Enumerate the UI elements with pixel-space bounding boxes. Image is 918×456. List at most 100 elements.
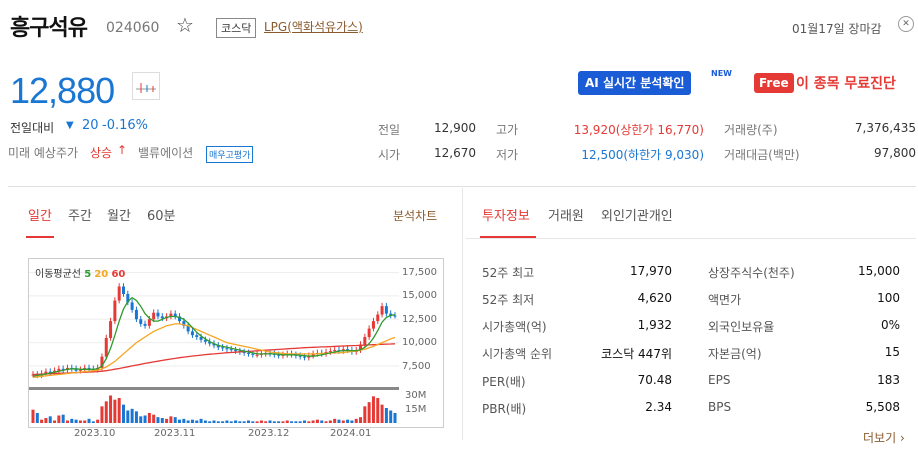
high-label: 고가: [496, 123, 519, 137]
volume-bar: [315, 419, 319, 423]
more-link[interactable]: 더보기 ›: [863, 429, 905, 446]
volume-bar: [100, 406, 104, 423]
volume-bar: [341, 420, 345, 423]
invest-label: 액면가: [708, 293, 742, 307]
low-value: 12,500(하한가 9,030): [581, 148, 704, 162]
tab-weekly[interactable]: 주간: [68, 205, 92, 224]
candle-body: [122, 286, 125, 294]
volume-bar: [376, 398, 380, 423]
invest-value: 183: [877, 373, 900, 387]
volume-bar: [238, 421, 242, 423]
volume-bar: [229, 421, 233, 423]
volume-bar: [44, 418, 48, 423]
analysis-chart-link[interactable]: 분석차트: [393, 207, 437, 224]
volume-bar: [31, 409, 35, 423]
stock-name: 흥구석유: [10, 16, 88, 41]
current-price: 12,880: [10, 70, 115, 111]
invest-value: 5,508: [865, 400, 900, 414]
price-chart[interactable]: 이동평균선 5 20 60: [28, 258, 444, 428]
free-badge[interactable]: Free: [754, 73, 794, 93]
tab-broker[interactable]: 거래원: [548, 205, 584, 224]
volume-bar: [96, 419, 100, 423]
volume-bar: [134, 411, 138, 423]
volume-bar: [337, 419, 341, 423]
more-label: 더보기: [863, 431, 897, 445]
tab-monthly[interactable]: 월간: [107, 205, 131, 224]
valuation-label: 밸류에이션: [138, 146, 194, 160]
candle-body: [303, 356, 306, 358]
tab-60min[interactable]: 60분: [147, 205, 176, 224]
valuation-tag[interactable]: 매우고평가: [206, 146, 254, 163]
volume-bar: [203, 420, 207, 423]
candle-body: [333, 350, 337, 352]
volume-bar: [53, 420, 57, 423]
invest-label: 시가총액(억): [482, 320, 547, 334]
legend-ma5: 5: [84, 269, 92, 280]
free-diagnosis-link[interactable]: 이 종목 무료진단: [796, 73, 896, 93]
volume-bar: [139, 416, 143, 423]
x-tick-2024-01: 2024.01: [330, 428, 372, 439]
y-tick-17500: 17,500: [402, 267, 437, 278]
volume-bar: [281, 421, 285, 423]
volume-bar: [285, 420, 289, 423]
volume-bar: [255, 421, 259, 423]
volume-bar: [65, 420, 69, 423]
volume-bar: [178, 419, 182, 423]
invest-label: PBR(배): [482, 402, 527, 416]
x-tick-2023-11: 2023.11: [154, 428, 196, 439]
invest-value: 4,620: [637, 291, 672, 305]
candle-body: [195, 335, 199, 338]
candle-body: [376, 314, 380, 322]
volume-bar: [40, 419, 44, 423]
volume-bar: [186, 420, 190, 423]
volume-bar: [216, 421, 220, 423]
candle-body: [367, 328, 371, 338]
candle-body: [221, 347, 225, 349]
candle-body: [371, 321, 375, 329]
forecast-value[interactable]: 상승: [90, 144, 112, 161]
invest-label: 52주 최고: [482, 266, 535, 280]
volume-label: 거래량(주): [724, 123, 778, 137]
candle-body: [229, 349, 233, 351]
invest-value: 1,932: [637, 318, 672, 332]
volume-bar: [122, 404, 125, 423]
tab-invest-info[interactable]: 투자정보: [482, 205, 530, 224]
volume-bar: [307, 421, 311, 423]
tab-foreign-inst[interactable]: 외인기관개인: [601, 205, 673, 224]
tab-underline: [26, 236, 54, 238]
volume-bar: [384, 408, 388, 423]
mini-chart-icon[interactable]: [132, 72, 160, 100]
market-close-date: 01월17일 장마감: [792, 22, 882, 36]
legend-ma20: 20: [94, 269, 109, 280]
candle-body: [190, 331, 194, 336]
star-icon[interactable]: ☆: [176, 13, 194, 37]
volume-bar: [389, 410, 393, 423]
invest-value: 17,970: [630, 264, 672, 278]
candle-body: [113, 300, 117, 322]
volume-bar: [212, 420, 216, 423]
close-icon[interactable]: ✕: [898, 16, 914, 32]
volume-bar: [87, 418, 91, 423]
volume-bar: [156, 417, 160, 423]
open-label: 시가: [378, 148, 401, 162]
volume-bar: [242, 421, 246, 423]
volume-bar: [91, 421, 95, 423]
ai-analysis-button[interactable]: AI 실시간 분석확인: [578, 71, 692, 95]
tab-daily[interactable]: 일간: [28, 205, 52, 224]
volume-bar: [199, 418, 203, 423]
invest-label: PER(배): [482, 375, 526, 389]
volume-bar: [290, 421, 294, 423]
change-value: 20: [82, 118, 99, 133]
y-tick-10000: 10,000: [402, 337, 437, 348]
volume-bar: [393, 413, 397, 423]
y-tick-12500: 12,500: [402, 314, 437, 325]
candle-body: [363, 337, 367, 345]
candle-body: [246, 352, 250, 354]
volume-bar: [294, 421, 298, 423]
category-link[interactable]: LPG(액화석유가스): [264, 18, 363, 35]
volume-bar: [324, 421, 328, 423]
volume-bar: [303, 420, 306, 423]
volume-bar: [195, 420, 199, 423]
volume-bar: [251, 421, 255, 423]
ai-prefix: AI: [585, 76, 599, 90]
